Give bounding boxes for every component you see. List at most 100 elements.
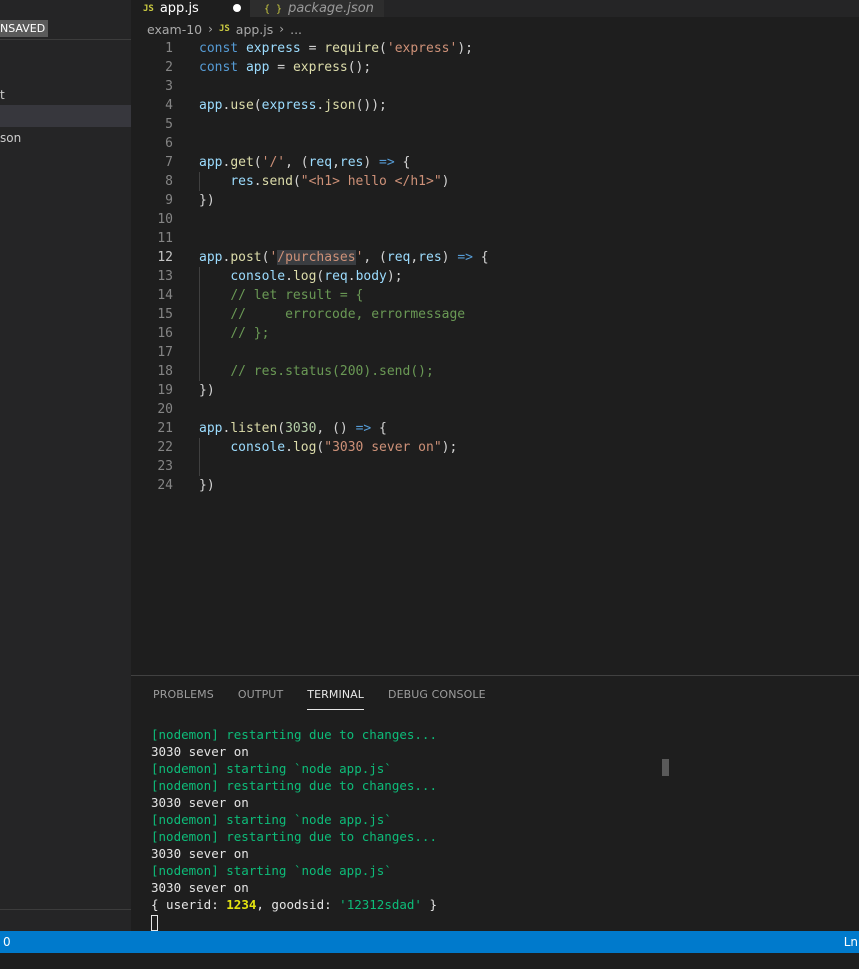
code-line[interactable]: 21 app.listen(3030, () => { xyxy=(131,419,859,438)
line-number: 16 xyxy=(157,326,173,341)
code-text: app.post('/purchases', (req,res) => { xyxy=(199,250,489,265)
breadcrumb-folder[interactable]: exam-10 xyxy=(147,22,202,37)
code-line[interactable]: 3 xyxy=(131,77,859,96)
tab-app-js[interactable]: JS app.js xyxy=(131,0,250,17)
panel-tabs: PROBLEMS OUTPUT TERMINAL DEBUG CONSOLE xyxy=(153,688,510,710)
code-text: // let result = { xyxy=(230,288,364,303)
line-number: 12 xyxy=(157,250,173,265)
terminal-line: [nodemon] starting `node app.js` xyxy=(151,761,392,776)
editor-tab-bar: JS app.js { } package.json xyxy=(131,0,859,17)
terminal-scrollbar[interactable] xyxy=(662,759,669,776)
line-number: 14 xyxy=(157,288,173,303)
explorer-item-partial[interactable]: t xyxy=(0,88,5,102)
code-text: res.send("<h1> hello </h1>") xyxy=(230,174,450,189)
code-line[interactable]: 1 const express = require('express'); xyxy=(131,39,859,58)
code-line[interactable]: 24}) xyxy=(131,476,859,495)
code-line[interactable]: 20 xyxy=(131,400,859,419)
unsaved-dot-icon[interactable] xyxy=(233,4,241,12)
code-line[interactable]: 22 console.log("3030 sever on"); xyxy=(131,438,859,457)
line-number: 10 xyxy=(157,212,173,227)
status-line-position[interactable]: Ln xyxy=(844,935,858,949)
line-number: 3 xyxy=(165,79,173,94)
terminal-line: 3030 sever on xyxy=(151,846,249,861)
code-line[interactable]: 13 console.log(req.body); xyxy=(131,267,859,286)
bottom-panel: PROBLEMS OUTPUT TERMINAL DEBUG CONSOLE [nod… xyxy=(131,675,859,932)
explorer-sidebar: ··· NSAVED t son xyxy=(0,0,131,931)
code-line[interactable]: 17 xyxy=(131,343,859,362)
line-number: 5 xyxy=(165,117,173,132)
terminal-line: 3030 sever on xyxy=(151,880,249,895)
tab-label: app.js xyxy=(159,1,199,16)
code-line[interactable]: 11 xyxy=(131,229,859,248)
line-number: 7 xyxy=(165,155,173,170)
code-text: const express = require('express'); xyxy=(199,41,473,56)
terminal-line: 3030 sever on xyxy=(151,795,249,810)
ellipsis-icon[interactable]: ··· xyxy=(100,0,116,8)
terminal-line: [nodemon] restarting due to changes... xyxy=(151,778,437,793)
code-line[interactable]: 16 // }; xyxy=(131,324,859,343)
code-line[interactable]: 2 const app = express(); xyxy=(131,58,859,77)
code-line[interactable]: 4 app.use(express.json()); xyxy=(131,96,859,115)
code-text: const app = express(); xyxy=(199,60,372,75)
terminal-line: 3030 sever on xyxy=(151,744,249,759)
code-line[interactable]: 9}) xyxy=(131,191,859,210)
code-text: // }; xyxy=(230,326,270,341)
line-number: 1 xyxy=(165,41,173,56)
code-line[interactable]: 8 res.send("<h1> hello </h1>") xyxy=(131,172,859,191)
code-line[interactable]: 23 xyxy=(131,457,859,476)
code-text: }) xyxy=(199,478,215,493)
code-line[interactable]: 12 app.post('/purchases', (req,res) => { xyxy=(131,248,859,267)
code-line[interactable]: 7 app.get('/', (req,res) => { xyxy=(131,153,859,172)
javascript-file-icon: JS xyxy=(218,24,230,34)
line-number: 15 xyxy=(157,307,173,322)
divider xyxy=(0,909,131,910)
code-text: app.listen(3030, () => { xyxy=(199,421,387,436)
json-file-icon: { } xyxy=(264,4,283,15)
line-number: 2 xyxy=(165,60,173,75)
tab-debug-console[interactable]: DEBUG CONSOLE xyxy=(388,688,486,709)
code-text: }) xyxy=(199,193,215,208)
code-line[interactable]: 5 xyxy=(131,115,859,134)
code-line[interactable]: 18 // res.status(200).send(); xyxy=(131,362,859,381)
terminal-prompt[interactable] xyxy=(151,913,437,931)
code-text: // errorcode, errormessage xyxy=(230,307,466,322)
tab-problems[interactable]: PROBLEMS xyxy=(153,688,214,709)
breadcrumb-more[interactable]: ... xyxy=(290,22,302,37)
line-number: 18 xyxy=(157,364,173,379)
breadcrumb-file[interactable]: app.js xyxy=(236,22,274,37)
code-editor[interactable]: 1 const express = require('express'); 2 con… xyxy=(131,38,859,675)
line-number: 20 xyxy=(157,402,173,417)
javascript-file-icon: JS xyxy=(143,4,154,14)
code-line[interactable]: 14 // let result = { xyxy=(131,286,859,305)
line-number: 13 xyxy=(157,269,173,284)
chevron-right-icon: › xyxy=(279,22,285,36)
explorer-item-package-json[interactable]: son xyxy=(0,131,21,145)
code-line[interactable]: 6 xyxy=(131,134,859,153)
breadcrumb: exam-10 › JS app.js › ... xyxy=(147,20,302,38)
line-number: 9 xyxy=(165,193,173,208)
explorer-item-selected[interactable] xyxy=(0,105,131,127)
terminal-output[interactable]: [nodemon] restarting due to changes... 30… xyxy=(151,726,437,931)
terminal-line: [nodemon] starting `node app.js` xyxy=(151,863,392,878)
line-number: 22 xyxy=(157,440,173,455)
terminal-line: [nodemon] restarting due to changes... xyxy=(151,829,437,844)
code-line[interactable]: 15 // errorcode, errormessage xyxy=(131,305,859,324)
code-text: console.log("3030 sever on"); xyxy=(230,440,458,455)
status-problems-count[interactable]: 0 xyxy=(3,935,11,949)
tab-terminal[interactable]: TERMINAL xyxy=(307,688,365,710)
code-line[interactable]: 10 xyxy=(131,210,859,229)
tab-label: package.json xyxy=(288,1,374,16)
line-number: 6 xyxy=(165,136,173,151)
line-number: 17 xyxy=(157,345,173,360)
status-bar: 0 Ln xyxy=(0,931,859,953)
code-text: app.get('/', (req,res) => { xyxy=(199,155,411,170)
terminal-line: [nodemon] starting `node app.js` xyxy=(151,812,392,827)
divider xyxy=(0,39,131,40)
tab-package-json[interactable]: { } package.json xyxy=(250,0,384,17)
tab-output[interactable]: OUTPUT xyxy=(238,688,283,709)
code-text: // res.status(200).send(); xyxy=(230,364,434,379)
terminal-cursor xyxy=(151,914,158,931)
code-text: }) xyxy=(199,383,215,398)
code-line[interactable]: 19}) xyxy=(131,381,859,400)
line-number: 23 xyxy=(157,459,173,474)
